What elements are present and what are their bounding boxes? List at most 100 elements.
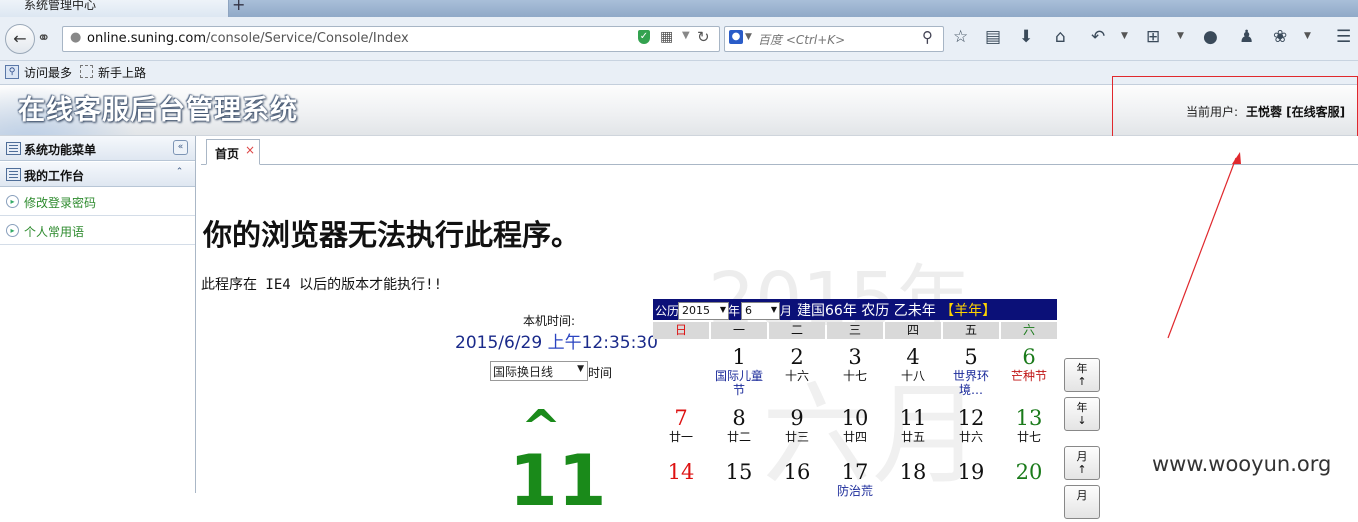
- calendar-day[interactable]: 5 世界环境…: [943, 345, 999, 397]
- qr-code-icon[interactable]: ▦: [660, 29, 673, 45]
- new-tab-button[interactable]: +: [232, 0, 245, 14]
- calendar-day-lunar: 廿一: [668, 430, 693, 444]
- calendar-nav-button[interactable]: 年 ↑: [1064, 358, 1100, 392]
- bookmark-getting-started[interactable]: 新手上路: [98, 64, 146, 81]
- url-path: /console/Service/Console/Index: [206, 31, 409, 46]
- extension-dropdown-icon[interactable]: ▼: [1304, 31, 1311, 41]
- calendar-day[interactable]: 9 廿三: [769, 406, 825, 444]
- calendar-lunar-info: 建国66年 农历 乙未年 【羊年】: [797, 300, 996, 320]
- crop-dropdown-icon[interactable]: ▼: [1177, 31, 1184, 41]
- annotation-arrow-head: [1232, 152, 1241, 164]
- shield-icon[interactable]: ✓: [638, 30, 650, 44]
- calendar-day[interactable]: 13 廿七: [1001, 406, 1057, 444]
- calendar-day[interactable]: 4 十八: [885, 345, 941, 383]
- weekday-header: 四: [885, 322, 941, 339]
- calendar-day[interactable]: 10 廿四: [827, 406, 883, 444]
- sidebar-workbench-header[interactable]: 我的工作台 ⌃: [0, 162, 195, 187]
- download-icon[interactable]: ⬇: [1019, 27, 1033, 47]
- url-text[interactable]: online.suning.com/console/Service/Consol…: [87, 31, 409, 46]
- calendar-nav-arrow-icon: ↑: [1077, 375, 1087, 388]
- collapse-sidebar-icon[interactable]: «: [173, 140, 188, 155]
- undo-dropdown-icon[interactable]: ▼: [1121, 31, 1128, 41]
- sidebar-item-change-password[interactable]: ▸ 修改登录密码: [0, 187, 195, 216]
- local-time-clock: 12:35:30: [581, 333, 658, 353]
- key-icon[interactable]: ⚭: [37, 28, 50, 47]
- sidebar-item-phrases[interactable]: ▸ 个人常用语: [0, 216, 195, 245]
- baidu-paw-icon[interactable]: ●: [729, 30, 743, 44]
- calendar-day[interactable]: 12 廿六: [943, 406, 999, 444]
- calendar-nav-button[interactable]: 月: [1064, 485, 1100, 519]
- weekday-header: 二: [769, 322, 825, 339]
- calendar-day-number: 19: [957, 460, 985, 484]
- chat-bubble-icon[interactable]: ●: [1203, 27, 1218, 47]
- calendar-day-lunar: 十八: [900, 369, 925, 383]
- close-icon[interactable]: ×: [245, 143, 255, 157]
- calendar-day[interactable]: 17 防治荒: [827, 460, 883, 498]
- calendar-month-select[interactable]: 6 ▼: [741, 302, 780, 320]
- menu-icon[interactable]: ☰: [1336, 27, 1351, 47]
- calendar-year-select[interactable]: 2015 ▼: [678, 302, 729, 320]
- weekday-header: 五: [943, 322, 999, 339]
- calendar-nav-button[interactable]: 年 ↓: [1064, 397, 1100, 431]
- calendar-nav-button[interactable]: 月 ↑: [1064, 446, 1100, 480]
- calendar-day[interactable]: 16: [769, 460, 825, 484]
- calendar-day-number: 6: [1022, 345, 1036, 369]
- calendar-day[interactable]: 7 廿一: [653, 406, 709, 444]
- calendar-day[interactable]: 18: [885, 460, 941, 484]
- calendar-day-lunar: 芒种节: [1010, 369, 1047, 383]
- calendar-day-number: 16: [783, 460, 811, 484]
- annotation-arrow-line: [1167, 157, 1237, 339]
- timezone-select[interactable]: 国际换日线 ▼: [490, 361, 588, 381]
- chevron-up-icon[interactable]: ⌃: [173, 166, 186, 179]
- calendar-day-number: 17: [841, 460, 869, 484]
- calendar-nav-arrow-icon: ↓: [1077, 414, 1087, 427]
- calendar-nav-label: 年: [1076, 401, 1088, 414]
- bug-icon[interactable]: ❀: [1273, 27, 1287, 47]
- reading-list-icon[interactable]: ▤: [985, 27, 1001, 47]
- crop-icon[interactable]: ⊞: [1146, 27, 1160, 47]
- bookmark-most-visited[interactable]: 访问最多: [24, 64, 72, 81]
- calendar-day-number: 20: [1015, 460, 1043, 484]
- calendar-nav-label: 月: [1076, 489, 1088, 502]
- undo-icon[interactable]: ↶: [1091, 27, 1105, 47]
- user-icon[interactable]: ♟: [1239, 27, 1254, 47]
- back-button[interactable]: ←: [5, 24, 35, 54]
- calendar-day-number: 4: [906, 345, 920, 369]
- calendar-info-text: 建国66年 农历 乙未年: [797, 303, 936, 319]
- calendar-day[interactable]: 14: [653, 460, 709, 484]
- workbench-icon: [6, 168, 21, 181]
- calendar-day[interactable]: 6 芒种节: [1001, 345, 1057, 383]
- calendar-day[interactable]: 2 十六: [769, 345, 825, 383]
- calendar-day[interactable]: 11 廿五: [885, 406, 941, 444]
- annotation-highlight-box: [1112, 76, 1358, 142]
- calendar-day-number: 9: [790, 406, 804, 430]
- getting-started-icon: [80, 65, 93, 78]
- weekday-header: 六: [1001, 322, 1057, 339]
- calendar-day-lunar: 国际儿童节: [714, 369, 763, 397]
- calendar-year-unit: 年: [728, 304, 741, 318]
- calendar-day[interactable]: 8 廿二: [711, 406, 767, 444]
- home-icon[interactable]: ⌂: [1055, 27, 1066, 47]
- calendar-day[interactable]: 20: [1001, 460, 1057, 484]
- search-engine-dropdown-icon[interactable]: ▼: [745, 32, 752, 42]
- url-dropdown-icon[interactable]: ▼: [682, 30, 690, 41]
- reload-icon[interactable]: ↻: [697, 28, 710, 46]
- annotation-arrow: [1167, 152, 1241, 339]
- calendar-day-number: 12: [957, 406, 985, 430]
- sidebar-workbench-title: 我的工作台: [24, 169, 85, 183]
- calendar-day[interactable]: 15: [711, 460, 767, 484]
- calendar-month-unit: 月: [780, 304, 793, 318]
- calendar-day-number: 14: [667, 460, 695, 484]
- calendar-day-number: 8: [732, 406, 746, 430]
- browser-tab-active[interactable]: 系统管理中心: [0, 0, 228, 17]
- calendar-day[interactable]: 3 十七: [827, 345, 883, 383]
- calendar-day-lunar: 廿二: [726, 430, 751, 444]
- calendar-day[interactable]: 19: [943, 460, 999, 484]
- calendar-day-number: 3: [848, 345, 862, 369]
- bookmark-star-icon[interactable]: ☆: [953, 27, 968, 47]
- source-watermark: www.wooyun.org: [1152, 452, 1332, 476]
- search-icon[interactable]: ⚲: [922, 28, 933, 46]
- calendar-day[interactable]: 1 国际儿童节: [711, 345, 767, 397]
- calendar-day-lunar: 防治荒: [836, 484, 873, 498]
- search-input[interactable]: 百度 <Ctrl+K>: [758, 31, 845, 48]
